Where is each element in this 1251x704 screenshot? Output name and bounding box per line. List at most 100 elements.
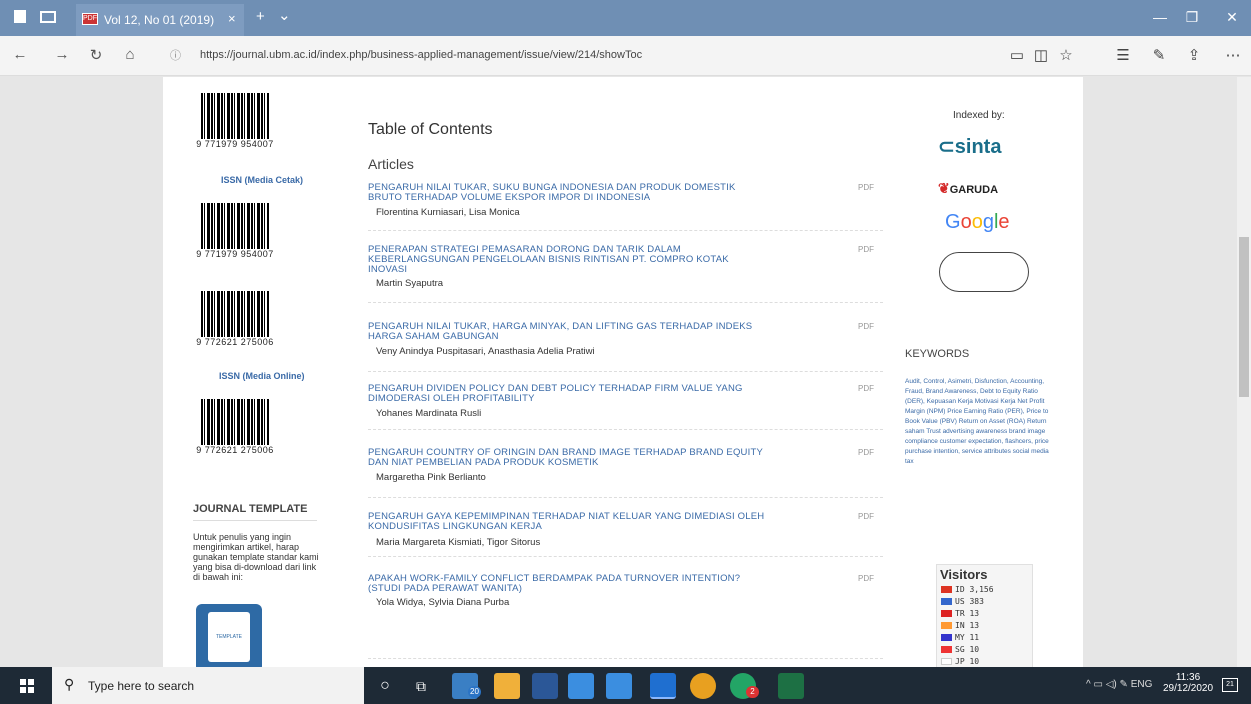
edge-browser-icon[interactable] [650,673,676,699]
chrome-profile-icon[interactable]: 2 [730,673,759,699]
word-icon[interactable] [532,673,558,699]
article-title-link[interactable]: APAKAH WORK-FAMILY CONFLICT BERDAMPAK PA… [368,574,768,594]
tab-actions-icon[interactable] [14,10,26,23]
issn-print-barcode-2: 9 771979 954007 [193,203,277,261]
mail-badge: 20 [468,686,481,698]
site-info-icon[interactable]: ⓘ [170,47,181,63]
visitor-row: SG 10 [941,645,979,654]
keywords-heading: KEYWORDS [905,348,970,360]
tab-menu-button[interactable]: ⌄ [278,6,291,24]
taskbar-search-input[interactable]: ⚲ Type here to search [52,667,364,704]
indexing-badge-logo[interactable] [939,252,1029,292]
cortana-icon[interactable]: ○ [372,673,398,699]
list-item: PENGARUH COUNTRY OF ORINGIN DAN BRAND IM… [368,448,883,498]
mail-app-icon[interactable]: 20 [452,673,481,699]
system-tray[interactable]: ^ ▭ ◁) ✎ ENG [1086,679,1152,690]
pdf-link[interactable]: PDF [858,183,874,192]
article-authors: Florentina Kurniasari, Lisa Monica [376,207,520,218]
article-title-link[interactable]: PENGARUH GAYA KEPEMIMPINAN TERHADAP NIAT… [368,512,768,532]
restore-button[interactable]: ❐ [1182,9,1202,26]
list-item: PENERAPAN STRATEGI PEMASARAN DORONG DAN … [368,245,883,303]
sinta-logo-text: sinta [954,136,1002,158]
issn-online-label[interactable]: ISSN (Media Online) [219,371,305,381]
visitor-row: ID 3,156 [941,585,994,594]
minimize-button[interactable]: — [1150,9,1170,25]
visitor-count: 383 [969,597,984,606]
article-authors: Margaretha Pink Berlianto [376,472,486,483]
journal-template-description: Untuk penulis yang ingin mengirimkan art… [193,532,319,582]
excel-icon[interactable] [778,673,804,699]
clock-time: 11:36 [1175,672,1201,683]
journal-page: 9 771979 954007 ISSN (Media Cetak) 9 771… [163,77,1083,667]
url-field[interactable]: ⓘ https://journal.ubm.ac.id/index.php/bu… [166,43,996,69]
store-icon[interactable] [606,673,632,699]
tab-title: Vol 12, No 01 (2019) [104,13,215,27]
pen-notes-icon[interactable]: ✎ [1148,46,1170,64]
article-title-link[interactable]: PENGARUH DIVIDEN POLICY DAN DEBT POLICY … [368,384,768,404]
country-code: TR [955,609,965,618]
country-code: US [955,597,965,606]
visitors-widget[interactable]: Visitors ID 3,156 US 383 TR 13 IN 13 MY … [936,564,1033,667]
pen-icon[interactable]: ✎ [1120,679,1128,690]
url-text[interactable]: https://journal.ubm.ac.id/index.php/busi… [200,49,642,61]
tab-close-button[interactable]: × [228,11,236,26]
article-title-link[interactable]: PENGARUH NILAI TUKAR, HARGA MINYAK, DAN … [368,322,768,342]
back-icon[interactable]: ← [10,46,30,63]
close-window-button[interactable]: ✕ [1222,9,1242,26]
list-item: PENGARUH NILAI TUKAR, HARGA MINYAK, DAN … [368,322,883,372]
flag-icon [941,610,952,617]
scrollbar-thumb[interactable] [1239,237,1249,397]
favorite-star-icon[interactable]: ☆ [1055,46,1077,64]
garuda-logo[interactable]: ❦GARUDA [938,180,998,197]
share-icon[interactable]: ⇪ [1183,46,1205,64]
flag-icon [941,634,952,641]
document-icon: TEMPLATE [208,612,250,662]
template-download-icon[interactable]: TEMPLATE [196,604,262,667]
pdf-link[interactable]: PDF [858,384,874,393]
visitor-count: 10 [969,657,980,666]
chrome-icon[interactable] [690,673,716,699]
article-title-link[interactable]: PENGARUH COUNTRY OF ORINGIN DAN BRAND IM… [368,448,768,468]
google-scholar-logo[interactable]: Google [945,211,1010,234]
pdf-link[interactable]: PDF [858,245,874,254]
list-item: PENGARUH GAYA KEPEMIMPINAN TERHADAP NIAT… [368,512,883,557]
language-indicator[interactable]: ENG [1131,679,1153,690]
pdf-link[interactable]: PDF [858,512,874,521]
chevron-up-icon[interactable]: ^ [1086,679,1091,690]
favorites-hub-icon[interactable]: ☰ [1112,46,1134,64]
visitor-count: 13 [969,609,980,618]
reading-view-icon[interactable]: ▭ [1006,46,1028,64]
taskbar-clock[interactable]: 11:36 29/12/2020 [1163,672,1213,694]
network-icon[interactable]: ▭ [1093,679,1102,690]
forward-icon[interactable]: → [52,46,72,63]
refresh-icon[interactable]: ↻ [86,46,106,64]
volume-icon[interactable]: ◁) [1106,679,1117,690]
sinta-logo[interactable]: ⊂sinta [938,134,1001,159]
barcode-bars [201,291,269,337]
file-explorer-icon[interactable] [494,673,520,699]
notification-center-icon[interactable]: 21 [1222,678,1238,692]
barcode-bars [201,399,269,445]
more-options-icon[interactable]: ⋯ [1222,46,1244,64]
windows-start-icon[interactable] [20,679,34,693]
tab-active[interactable]: PDF Vol 12, No 01 (2019) × [76,4,244,36]
clock-date: 29/12/2020 [1163,683,1214,694]
pdf-link[interactable]: PDF [858,448,874,457]
barcode-number: 9 771979 954007 [196,139,274,149]
split-view-icon[interactable]: ◫ [1030,46,1052,64]
issn-print-label[interactable]: ISSN (Media Cetak) [221,175,303,185]
camera-app-icon[interactable] [568,673,594,699]
article-title-link[interactable]: PENGARUH NILAI TUKAR, SUKU BUNGA INDONES… [368,183,768,203]
page-scrollbar[interactable] [1237,77,1251,667]
flag-icon [941,598,952,605]
task-view-icon[interactable]: ⧉ [408,673,434,699]
home-icon[interactable]: ⌂ [120,46,140,63]
keywords-cloud[interactable]: Audit, Control, Asimetri, Disfunction, A… [905,377,1055,467]
google-letter: e [998,211,1010,233]
pdf-link[interactable]: PDF [858,574,874,583]
google-letter: G [945,211,961,233]
article-title-link[interactable]: PENERAPAN STRATEGI PEMASARAN DORONG DAN … [368,245,768,275]
new-tab-button[interactable]: + [256,8,265,25]
tabs-aside-icon[interactable] [40,11,56,23]
pdf-link[interactable]: PDF [858,322,874,331]
